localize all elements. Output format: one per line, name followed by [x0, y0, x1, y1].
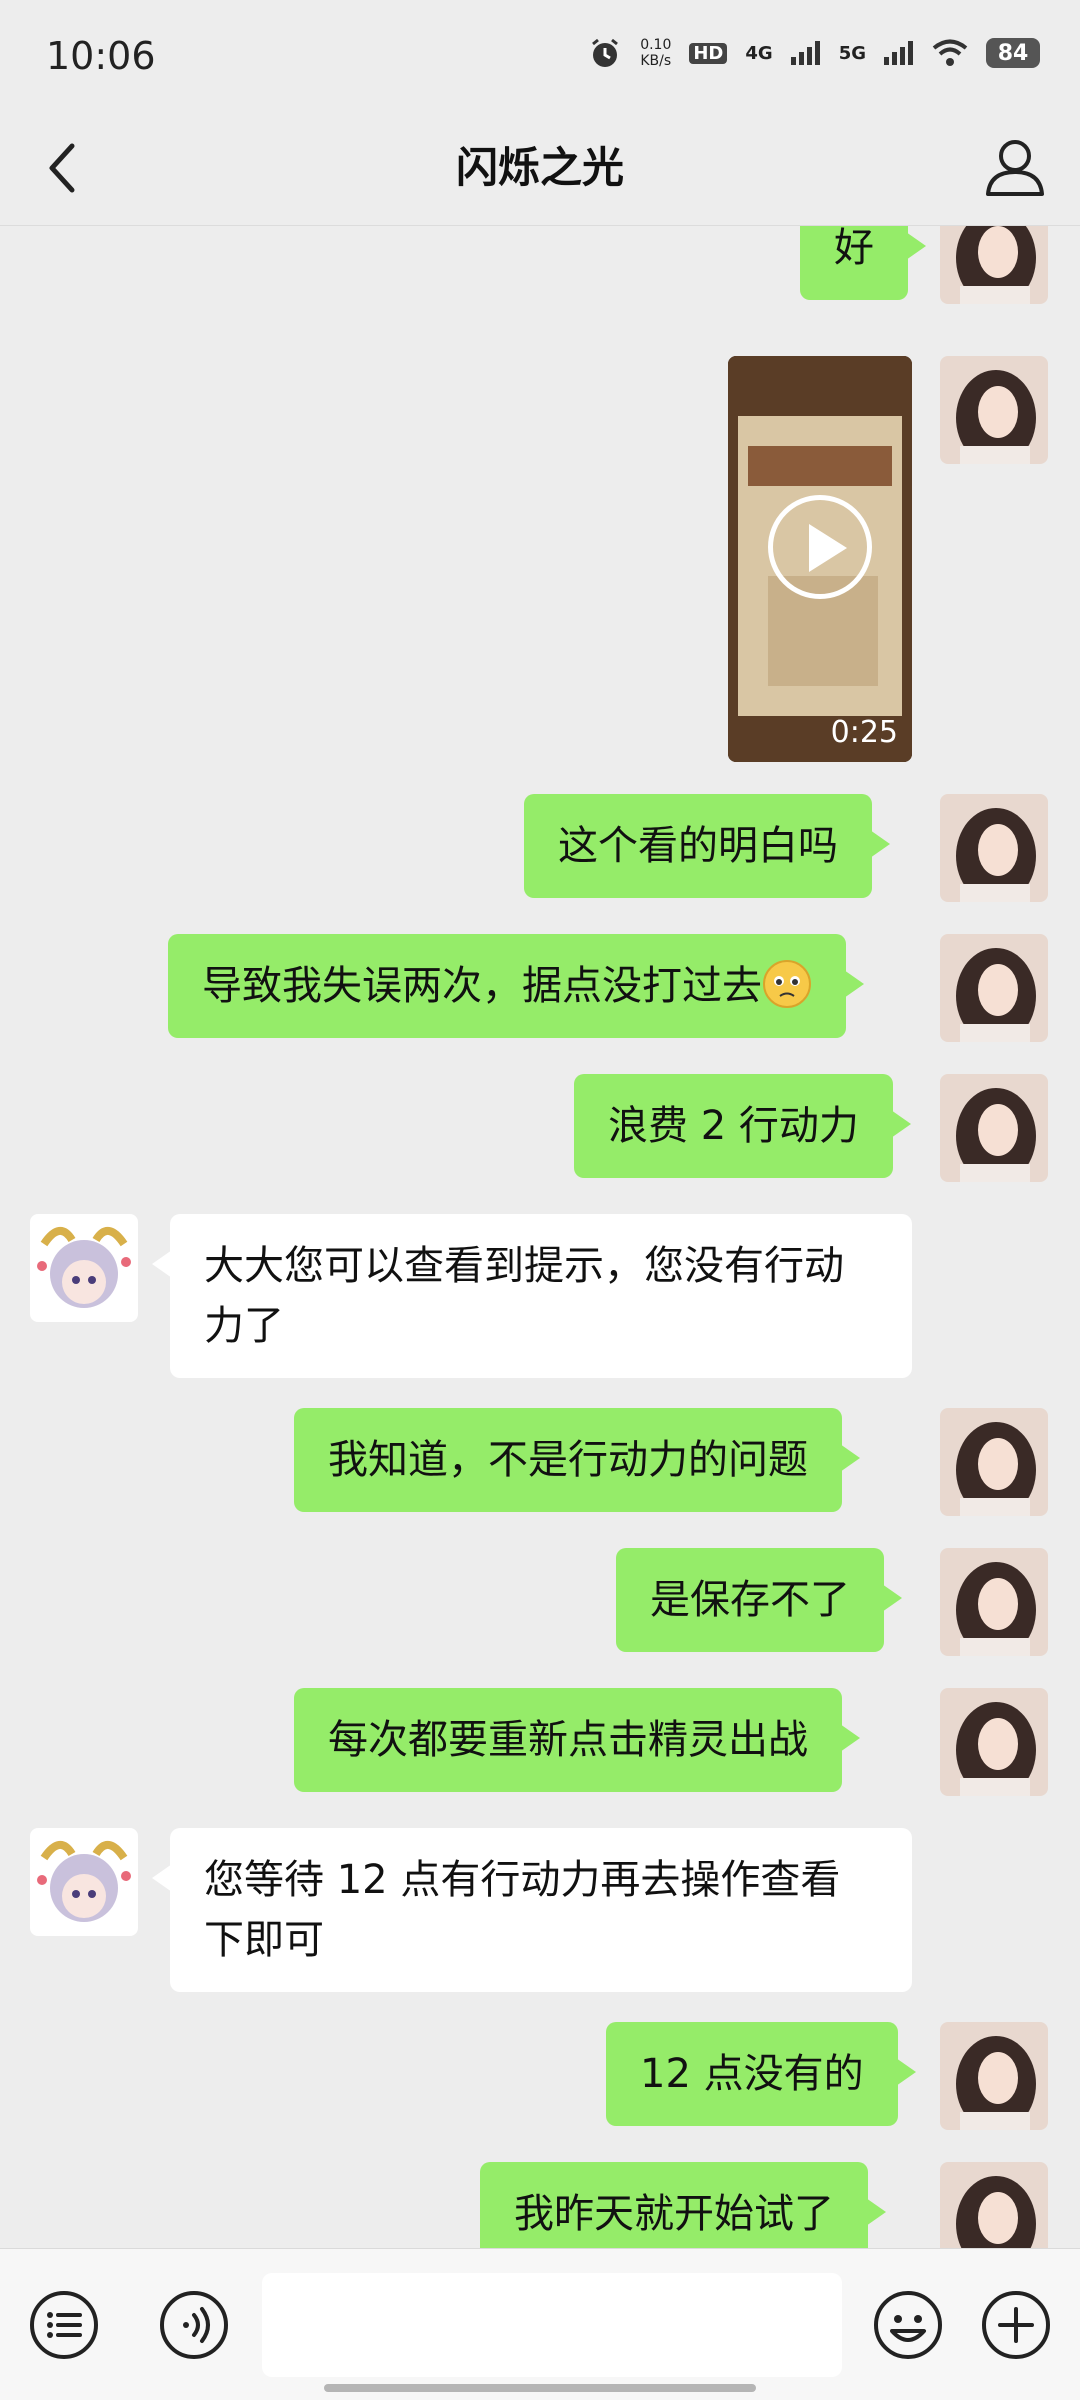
signal-icon — [790, 41, 820, 65]
sim2-label: 5G — [838, 42, 866, 64]
message-text: 是保存不了 — [650, 1577, 850, 1623]
video-duration: 0:25 — [830, 715, 898, 750]
message-bubble[interactable]: 12 点没有的 — [606, 2022, 916, 2126]
avatar[interactable] — [940, 226, 1048, 304]
message-text: 我昨天就开始试了 — [514, 2191, 834, 2237]
message-input[interactable] — [262, 2273, 842, 2377]
chat-input-bar — [0, 2248, 1080, 2400]
message-text: 每次都要重新点击精灵出战 — [328, 1717, 808, 1763]
chat-header: 闪烁之光 — [0, 110, 1080, 226]
status-bar: 10:06 0.10 KB/s HD 4G 5G 84 — [0, 0, 1080, 110]
message-bubble[interactable]: 大大您可以查看到提示，您没有行动力了 — [152, 1214, 912, 1378]
alarm-icon — [592, 38, 619, 67]
message-bubble[interactable]: 是保存不了 — [616, 1548, 902, 1652]
play-icon[interactable] — [768, 495, 872, 599]
message-text: 12 点没有的 — [640, 2051, 864, 2097]
avatar[interactable] — [940, 1688, 1048, 1796]
message-bubble[interactable]: 您等待 12 点有行动力再去操作查看下即可 — [152, 1828, 912, 1992]
emoji-icon[interactable] — [872, 2289, 944, 2361]
voice-icon[interactable] — [158, 2289, 230, 2361]
chat-title: 闪烁之光 — [455, 143, 624, 192]
avatar[interactable] — [940, 1548, 1048, 1656]
video-message[interactable]: 0:25 — [728, 356, 912, 762]
net-speed-value: 0.10 — [640, 37, 672, 53]
message-bubble[interactable]: 浪费 2 行动力 — [574, 1074, 911, 1178]
status-icons: 0.10 KB/s HD 4G 5G 84 — [588, 36, 1040, 70]
avatar[interactable] — [30, 1828, 138, 1936]
message-bubble[interactable]: 好 — [800, 226, 926, 300]
message-text: 大大您可以查看到提示，您没有行动力了 — [204, 1243, 844, 1349]
message-bubble[interactable]: 这个看的明白吗 — [524, 794, 890, 898]
message-text: 这个看的明白吗 — [558, 823, 838, 869]
status-time: 10:06 — [46, 34, 156, 78]
net-speed: 0.10 KB/s — [640, 37, 671, 69]
home-indicator[interactable] — [324, 2384, 756, 2392]
plus-icon[interactable] — [980, 2289, 1052, 2361]
avatar[interactable] — [30, 1214, 138, 1322]
signal-icon-2 — [884, 41, 913, 65]
hd-indicator: HD — [689, 42, 728, 64]
avatar[interactable] — [940, 1074, 1048, 1182]
message-bubble[interactable]: 导致我失误两次，据点没打过去 — [168, 934, 864, 1038]
chat-message-list[interactable]: 好 0:25 这个看的明白吗 导致我失误两次，据点没打过去 浪费 2 行动力 大… — [0, 226, 1080, 2248]
wifi-icon — [932, 39, 968, 66]
net-speed-unit: KB/s — [640, 53, 672, 69]
avatar[interactable] — [940, 1408, 1048, 1516]
sim1-label: 4G — [745, 42, 773, 64]
avatar[interactable] — [940, 356, 1048, 464]
menu-list-icon[interactable] — [28, 2289, 100, 2361]
avatar[interactable] — [940, 2022, 1048, 2130]
battery-icon: 84 — [986, 38, 1040, 68]
avatar[interactable] — [940, 794, 1048, 902]
user-icon[interactable] — [980, 132, 1050, 202]
message-text: 您等待 12 点有行动力再去操作查看下即可 — [204, 1857, 841, 1963]
message-text: 浪费 2 行动力 — [608, 1103, 859, 1149]
message-bubble[interactable]: 每次都要重新点击精灵出战 — [294, 1688, 860, 1792]
message-text: 好 — [834, 226, 874, 271]
message-text: 导致我失误两次，据点没打过去 — [202, 963, 762, 1009]
avatar[interactable] — [940, 2162, 1048, 2248]
message-bubble[interactable]: 我昨天就开始试了 — [480, 2162, 886, 2248]
pleading-face-icon — [763, 960, 811, 1008]
message-text: 我知道，不是行动力的问题 — [328, 1437, 808, 1483]
message-bubble[interactable]: 我知道，不是行动力的问题 — [294, 1408, 860, 1512]
avatar[interactable] — [940, 934, 1048, 1042]
